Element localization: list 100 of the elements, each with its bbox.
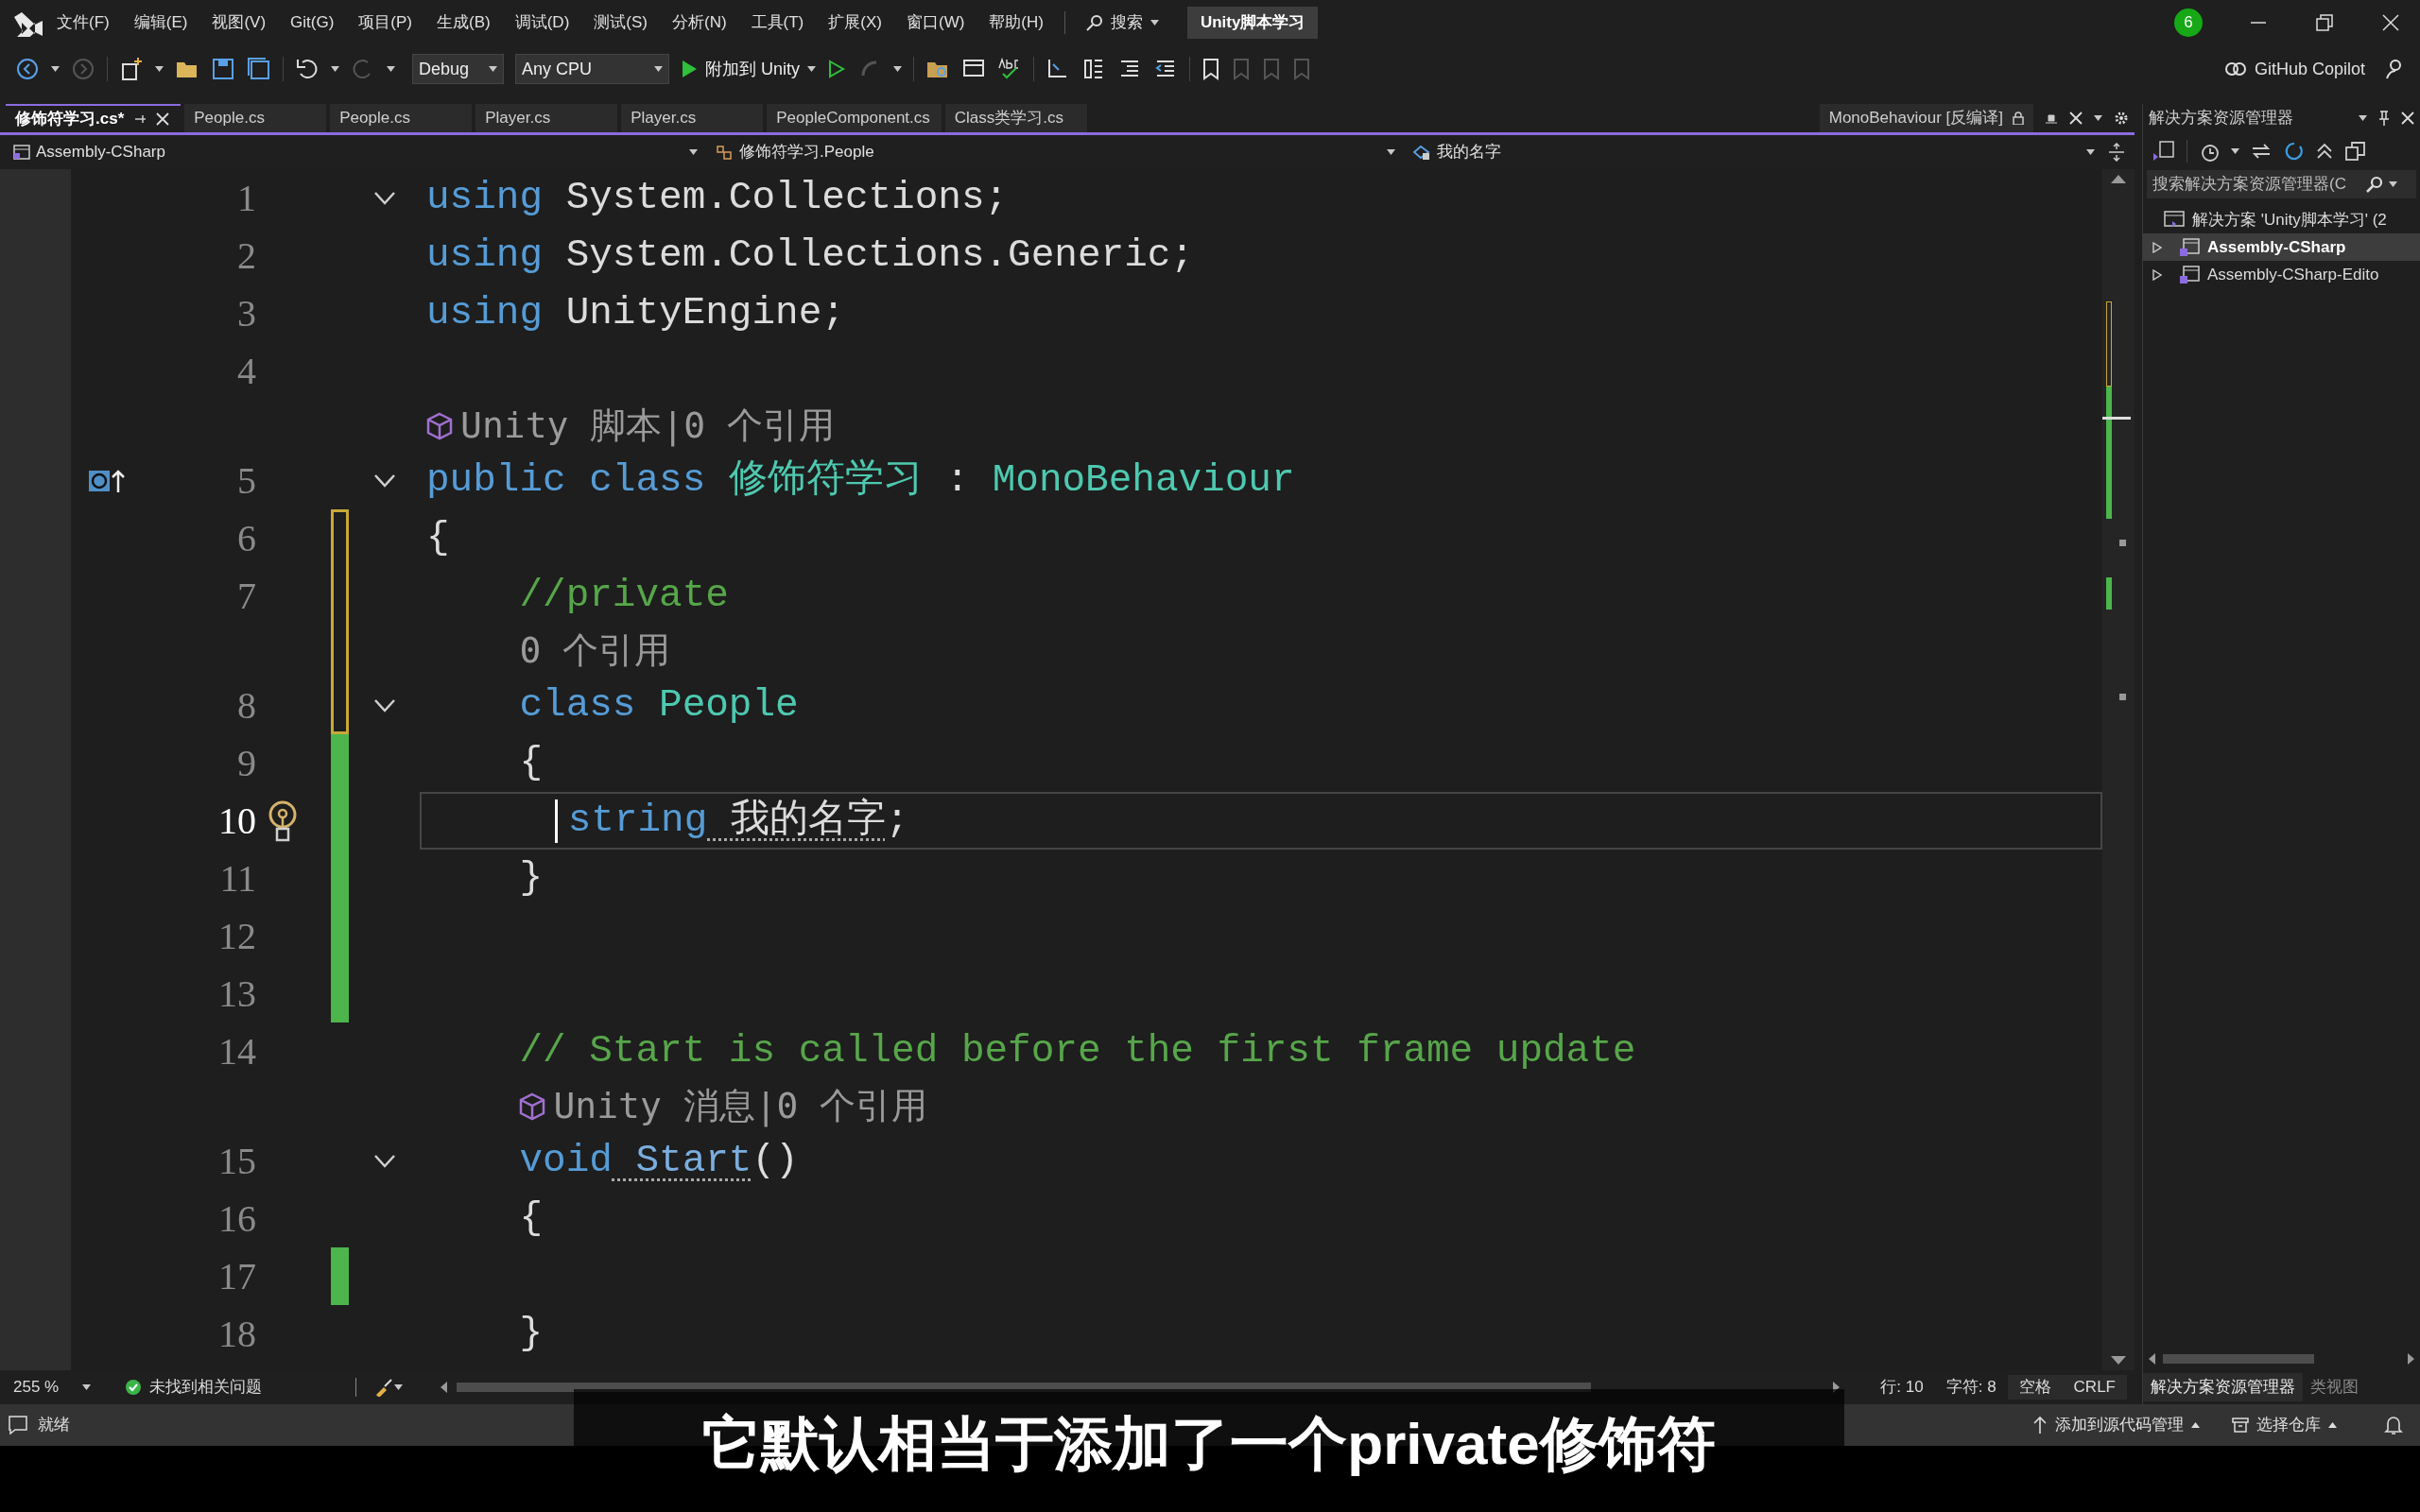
class-icon[interactable]: [715, 144, 734, 161]
caret-icon[interactable]: [1387, 149, 1395, 155]
save-icon[interactable]: [211, 57, 235, 81]
caret-icon[interactable]: [807, 66, 816, 72]
editor-tab[interactable]: People.cs: [184, 104, 327, 132]
tree-item[interactable]: 解决方案 'Unity脚本学习' (2: [2143, 206, 2420, 233]
collapse-chevron-icon[interactable]: [373, 698, 395, 713]
message-icon[interactable]: [8, 1415, 28, 1435]
zoom-dropdown[interactable]: 255 %: [0, 1375, 95, 1400]
caret-icon[interactable]: [893, 66, 902, 72]
caret-icon[interactable]: [387, 66, 395, 72]
tree-item[interactable]: Assembly-CSharp-Edito: [2143, 261, 2420, 288]
restore-icon[interactable]: [2316, 14, 2333, 31]
menu-item[interactable]: 测试(S): [594, 10, 648, 35]
line-endings-indicator[interactable]: CRLF: [2062, 1375, 2127, 1400]
collapse-all-icon[interactable]: [2315, 143, 2334, 160]
caret-icon[interactable]: [51, 66, 60, 72]
close-icon[interactable]: [2401, 112, 2414, 125]
caret-icon[interactable]: [2359, 115, 2367, 121]
copy-icon[interactable]: [2345, 141, 2366, 162]
collapse-chevron-icon[interactable]: [373, 191, 395, 205]
expand-arrow-icon[interactable]: [2152, 268, 2162, 281]
caret-icon[interactable]: [155, 66, 164, 72]
caret-icon[interactable]: [654, 66, 663, 72]
pin-icon[interactable]: [2378, 111, 2390, 126]
menu-item[interactable]: 生成(B): [437, 10, 491, 35]
menu-item[interactable]: 扩展(X): [828, 10, 882, 35]
new-item-icon[interactable]: [119, 57, 144, 81]
notification-bell-icon[interactable]: [2384, 1415, 2403, 1435]
cube-icon[interactable]: [426, 411, 453, 440]
project-icon[interactable]: [2179, 237, 2200, 257]
editor-tab[interactable]: People.cs: [330, 104, 473, 132]
panel-tab[interactable]: 类视图: [2303, 1373, 2366, 1401]
solution-view-icon[interactable]: [2152, 140, 2175, 163]
caret-icon[interactable]: [82, 1384, 91, 1390]
collapse-chevron-icon[interactable]: [373, 1154, 395, 1168]
caret-up-icon[interactable]: [2328, 1422, 2337, 1428]
back-icon[interactable]: [15, 57, 40, 81]
arrow-up-icon[interactable]: [2032, 1416, 2048, 1435]
play-icon[interactable]: [681, 60, 698, 78]
save-all-icon[interactable]: [247, 57, 271, 81]
start-debugging-button[interactable]: 附加到 Unity: [681, 56, 816, 82]
lock-icon[interactable]: [2013, 112, 2024, 125]
configuration-dropdown[interactable]: Debug: [412, 54, 504, 84]
column-indicator[interactable]: 字符: 8: [1934, 1375, 2008, 1400]
menu-item[interactable]: 分析(N): [671, 10, 727, 35]
split-icon[interactable]: [2108, 143, 2125, 162]
search-button[interactable]: 搜索: [1085, 10, 1159, 35]
platform-dropdown[interactable]: Any CPU: [515, 54, 669, 84]
caret-icon[interactable]: [2094, 115, 2102, 121]
project-icon[interactable]: [13, 145, 30, 160]
close-icon[interactable]: [156, 112, 170, 126]
caret-up-icon[interactable]: [2191, 1422, 2200, 1428]
menu-item[interactable]: Git(G): [290, 10, 335, 35]
menu-item[interactable]: 项目(P): [358, 10, 412, 35]
close-icon[interactable]: [2382, 14, 2399, 31]
settings-icon[interactable]: [2114, 111, 2129, 126]
code-lens[interactable]: Unity 消息|0 个引用: [519, 1079, 928, 1133]
sync-icon[interactable]: [2251, 143, 2272, 160]
preview-tab[interactable]: MonoBehaviour [反编译]: [1819, 104, 2033, 132]
tree-item[interactable]: Assembly-CSharp: [2143, 233, 2420, 261]
caret-icon[interactable]: [2086, 149, 2095, 155]
editor-tab[interactable]: Player.cs: [475, 104, 618, 132]
editor-tab[interactable]: Player.cs: [621, 104, 764, 132]
menu-item[interactable]: 视图(V): [212, 10, 267, 35]
source-control-button[interactable]: 添加到源代码管理: [2032, 1413, 2200, 1437]
caret-icon[interactable]: [2231, 148, 2239, 154]
cube-icon[interactable]: [519, 1091, 546, 1121]
menu-item[interactable]: 编辑(E): [133, 10, 188, 35]
vertical-scrollbar[interactable]: [2102, 169, 2135, 1370]
search-field[interactable]: 搜索解决方案资源管理器(C: [2147, 170, 2416, 198]
project-dropdown[interactable]: Assembly-CSharp: [9, 139, 701, 165]
code-lens[interactable]: 0 个引用: [519, 624, 671, 678]
editor-tab[interactable]: PeopleComponent.cs: [767, 104, 942, 132]
caret-icon[interactable]: [489, 66, 497, 72]
close-icon[interactable]: [2069, 112, 2083, 125]
menu-item[interactable]: 帮助(H): [989, 10, 1044, 35]
code-lens[interactable]: Unity 脚本|0 个引用: [426, 399, 835, 453]
copilot-button[interactable]: GitHub Copilot: [2223, 56, 2365, 82]
bookmark-icon[interactable]: [1201, 58, 1220, 80]
search-icon[interactable]: [2366, 176, 2383, 193]
indent-mode-indicator[interactable]: 空格: [2007, 1375, 2063, 1400]
undo-icon[interactable]: [295, 57, 320, 81]
repository-button[interactable]: 选择仓库: [2232, 1413, 2337, 1437]
type-dropdown[interactable]: 修饰符学习.People: [711, 139, 1399, 165]
menu-item[interactable]: 工具(T): [751, 10, 804, 35]
editor-tab[interactable]: Class类学习.cs: [944, 104, 1087, 132]
menu-item[interactable]: 窗口(W): [906, 10, 965, 35]
member-dropdown[interactable]: 我的名字: [1409, 139, 2099, 165]
caret-icon[interactable]: [394, 1384, 403, 1390]
issues-indicator[interactable]: 未找到相关问题: [125, 1375, 338, 1400]
expand-arrow-icon[interactable]: [2152, 241, 2162, 253]
play-outline-icon[interactable]: [827, 60, 846, 78]
menu-item[interactable]: 调试(D): [514, 10, 570, 35]
check-circle-icon[interactable]: [125, 1379, 142, 1396]
panel-tab[interactable]: 解决方案资源管理器: [2143, 1373, 2303, 1401]
promote-icon[interactable]: [2045, 112, 2058, 125]
project-icon[interactable]: [2179, 265, 2200, 284]
caret-icon[interactable]: [689, 149, 698, 155]
caret-icon[interactable]: [331, 66, 339, 72]
